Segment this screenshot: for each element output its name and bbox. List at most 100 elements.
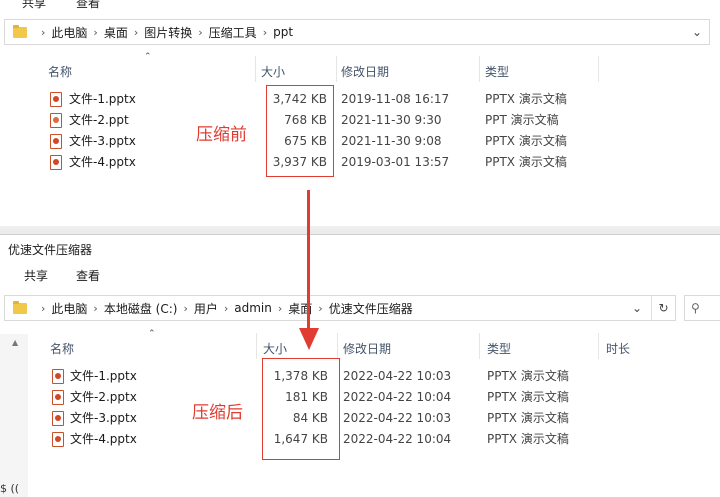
ppt-file-icon — [50, 113, 62, 128]
column-divider[interactable] — [479, 56, 480, 82]
breadcrumb-item[interactable]: 此电脑 — [51, 24, 87, 41]
file-type: PPTX 演示文稿 — [485, 155, 567, 169]
tab-view[interactable]: 查看 — [76, 267, 100, 284]
file-modified: 2021-11-30 9:30 — [341, 113, 442, 127]
column-size[interactable]: 大小 — [261, 63, 285, 80]
search-icon[interactable]: ⚲ — [684, 295, 720, 321]
file-row[interactable]: 文件-4.pptx 1,647 KB 2022-04-22 10:04 PPTX… — [0, 429, 720, 450]
chevron-right-icon: › — [223, 301, 229, 315]
breadcrumb-item[interactable]: admin — [234, 301, 272, 315]
file-modified: 2019-11-08 16:17 — [341, 92, 450, 106]
file-name: 文件-4.pptx — [70, 432, 137, 446]
column-divider[interactable] — [256, 333, 257, 359]
breadcrumb-item[interactable]: ppt — [273, 25, 293, 39]
column-modified[interactable]: 修改日期 — [343, 340, 391, 357]
pptx-file-icon — [50, 134, 62, 149]
pptx-file-icon — [52, 411, 64, 426]
breadcrumb-item[interactable]: 桌面 — [104, 24, 128, 41]
column-duration[interactable]: 时长 — [606, 340, 630, 357]
pptx-file-icon — [52, 369, 64, 384]
breadcrumb-item[interactable]: 图片转换 — [144, 24, 192, 41]
chevron-right-icon: › — [133, 25, 139, 39]
file-name: 文件-2.pptx — [70, 390, 137, 404]
file-name: 文件-2.ppt — [69, 113, 129, 127]
size-highlight-box — [262, 358, 340, 460]
chevron-down-icon[interactable]: ⌄ — [685, 20, 709, 44]
chevron-right-icon: › — [93, 25, 98, 39]
status-fragment: $ (( — [0, 482, 20, 495]
file-type: PPTX 演示文稿 — [487, 390, 569, 404]
column-type[interactable]: 类型 — [487, 340, 511, 357]
column-type[interactable]: 类型 — [485, 63, 509, 80]
column-name[interactable]: 名称 — [50, 340, 74, 357]
file-row[interactable]: 文件-1.pptx 3,742 KB 2019-11-08 16:17 PPTX… — [0, 89, 720, 110]
chevron-down-icon[interactable]: ⌄ — [625, 296, 649, 320]
file-row[interactable]: 文件-3.pptx 675 KB 2021-11-30 9:08 PPTX 演示… — [0, 131, 720, 152]
file-row[interactable]: 文件-3.pptx 84 KB 2022-04-22 10:03 PPTX 演示… — [0, 408, 720, 429]
arrow-down-annotation — [307, 190, 310, 330]
chevron-right-icon: › — [262, 25, 268, 39]
breadcrumb-item[interactable]: 此电脑 — [51, 300, 87, 317]
folder-icon — [13, 24, 27, 38]
file-type: PPTX 演示文稿 — [487, 411, 569, 425]
file-name: 文件-1.pptx — [70, 369, 137, 383]
breadcrumb-item[interactable]: 本地磁盘 (C:) — [104, 300, 178, 317]
file-modified: 2022-04-22 10:04 — [343, 432, 452, 446]
pptx-file-icon — [50, 155, 62, 170]
tab-view[interactable]: 查看 — [76, 0, 100, 11]
column-modified[interactable]: 修改日期 — [341, 63, 389, 80]
refresh-icon[interactable]: ↻ — [651, 296, 675, 320]
file-modified: 2019-03-01 13:57 — [341, 155, 450, 169]
column-divider[interactable] — [255, 56, 256, 82]
file-modified: 2022-04-22 10:03 — [343, 369, 452, 383]
file-modified: 2022-04-22 10:03 — [343, 411, 452, 425]
top-ribbon-tabs: 共享 查看 — [0, 0, 720, 12]
file-row[interactable]: 文件-2.pptx 181 KB 2022-04-22 10:04 PPTX 演… — [0, 387, 720, 408]
address-bar[interactable]: › 此电脑 › 本地磁盘 (C:) › 用户 › admin › 桌面 › 优速… — [4, 295, 676, 321]
column-size[interactable]: 大小 — [263, 340, 287, 357]
breadcrumb-item[interactable]: 压缩工具 — [209, 24, 257, 41]
folder-icon — [13, 300, 27, 314]
chevron-right-icon: › — [41, 301, 46, 315]
chevron-right-icon: › — [318, 301, 323, 315]
file-name: 文件-1.pptx — [69, 92, 136, 106]
chevron-right-icon: › — [93, 301, 98, 315]
chevron-right-icon: › — [277, 301, 283, 315]
file-row[interactable]: 文件-4.pptx 3,937 KB 2019-03-01 13:57 PPTX… — [0, 152, 720, 173]
file-type: PPTX 演示文稿 — [487, 432, 569, 446]
pptx-file-icon — [52, 432, 64, 447]
top-explorer-window: 共享 查看 › 此电脑 › 桌面 › 图片转换 › 压缩工具 › ppt ⌄ ⌃… — [0, 0, 720, 230]
after-compression-label: 压缩后 — [192, 403, 243, 423]
file-type: PPTX 演示文稿 — [485, 92, 567, 106]
chevron-right-icon: › — [198, 25, 203, 39]
breadcrumb-item[interactable]: 优速文件压缩器 — [329, 300, 413, 317]
file-name: 文件-3.pptx — [69, 134, 136, 148]
column-divider[interactable] — [479, 333, 480, 359]
breadcrumb-item[interactable]: 用户 — [194, 300, 218, 317]
file-row[interactable]: 文件-1.pptx 1,378 KB 2022-04-22 10:03 PPTX… — [0, 366, 720, 387]
column-header-row: 名称 大小 修改日期 类型 — [0, 56, 720, 82]
file-type: PPT 演示文稿 — [485, 113, 559, 127]
file-name: 文件-3.pptx — [70, 411, 137, 425]
file-modified: 2022-04-22 10:04 — [343, 390, 452, 404]
tab-share[interactable]: 共享 — [24, 267, 48, 284]
pptx-file-icon — [52, 390, 64, 405]
window-title: 优速文件压缩器 — [8, 243, 93, 257]
column-divider[interactable] — [598, 56, 599, 82]
file-name: 文件-4.pptx — [69, 155, 136, 169]
column-divider[interactable] — [337, 333, 338, 359]
file-type: PPTX 演示文稿 — [485, 134, 567, 148]
chevron-right-icon: › — [41, 25, 46, 39]
column-divider[interactable] — [598, 333, 599, 359]
column-header-row: 名称 大小 修改日期 类型 时长 — [0, 333, 720, 359]
before-compression-label: 压缩前 — [196, 125, 247, 145]
pptx-file-icon — [50, 92, 62, 107]
size-highlight-box — [266, 85, 334, 177]
address-bar[interactable]: › 此电脑 › 桌面 › 图片转换 › 压缩工具 › ppt ⌄ — [4, 19, 710, 45]
chevron-right-icon: › — [183, 301, 188, 315]
arrow-down-head — [299, 328, 319, 350]
column-divider[interactable] — [336, 56, 337, 82]
file-row[interactable]: 文件-2.ppt 768 KB 2021-11-30 9:30 PPT 演示文稿 — [0, 110, 720, 131]
tab-share[interactable]: 共享 — [22, 0, 46, 11]
column-name[interactable]: 名称 — [48, 63, 72, 80]
